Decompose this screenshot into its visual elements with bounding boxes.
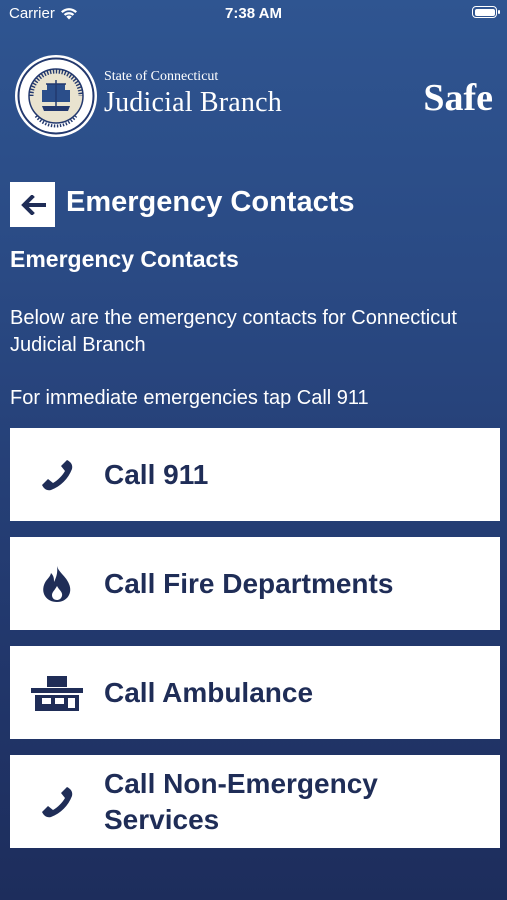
back-button[interactable] <box>10 182 55 227</box>
phone-icon <box>42 459 73 490</box>
contact-label: Call Ambulance <box>104 676 314 708</box>
contact-label: Call Fire Departments <box>104 567 394 599</box>
contact-label: Call 911 <box>104 458 209 490</box>
judicial-seal-logo <box>15 55 97 137</box>
status-time: 7:38 AM <box>225 5 282 22</box>
phone-icon <box>42 786 73 817</box>
description-text: Below are the emergency contacts for Con… <box>10 307 457 356</box>
app-header: State of Connecticut Judicial Branch Saf… <box>0 50 507 150</box>
fire-icon <box>43 565 71 602</box>
app-name: Safe <box>423 77 493 119</box>
call-non-emergency-services-button[interactable]: Call Non-Emergency Services <box>10 755 500 848</box>
battery-icon <box>472 6 500 18</box>
page-title: Emergency Contacts <box>66 186 355 218</box>
call-fire-departments-button[interactable]: Call Fire Departments <box>10 537 500 630</box>
arrow-left-icon <box>20 194 46 215</box>
call-ambulance-button[interactable]: Call Ambulance <box>10 646 500 739</box>
contact-label: Call Non-Emergency Services <box>104 767 378 835</box>
brand-subtitle: State of Connecticut <box>104 69 219 84</box>
call-911-button[interactable]: Call 911 <box>10 428 500 521</box>
instruction-text: For immediate emergencies tap Call 911 <box>10 387 369 409</box>
brand-title: Judicial Branch <box>104 87 282 118</box>
section-title: Emergency Contacts <box>10 246 239 272</box>
status-bar: Carrier 7:38 AM <box>0 0 507 28</box>
ambulance-icon <box>31 675 83 711</box>
